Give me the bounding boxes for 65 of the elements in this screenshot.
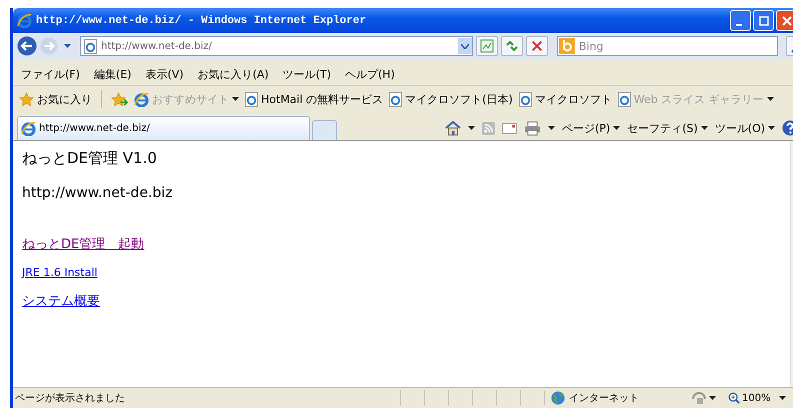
zoom-icon bbox=[728, 392, 740, 404]
protected-mode-icon[interactable] bbox=[691, 391, 707, 405]
page-heading: ねっとDE管理 V1.0 bbox=[22, 149, 158, 168]
page-link[interactable]: ねっとDE管理 起動 bbox=[22, 235, 144, 253]
page-icon bbox=[84, 38, 97, 54]
ie-icon bbox=[21, 121, 36, 136]
caret-icon bbox=[768, 126, 776, 130]
ie-icon bbox=[134, 92, 149, 106]
page-icon bbox=[518, 92, 532, 106]
menu-item[interactable]: お気に入り(A) bbox=[198, 66, 269, 82]
minimize-button[interactable] bbox=[730, 10, 751, 31]
menu-item[interactable]: 編集(E) bbox=[94, 66, 132, 82]
window-title: http://www.net-de.biz/ - Windows Internet Explorer bbox=[36, 14, 366, 26]
favorite-link[interactable]: HotMail の無料サービス bbox=[245, 92, 384, 106]
caret-icon bbox=[709, 396, 716, 400]
dropdown-icon[interactable] bbox=[64, 44, 71, 48]
ie-icon bbox=[17, 13, 32, 28]
minimize-icon bbox=[736, 24, 742, 26]
command-button[interactable]: ツール(O) bbox=[714, 120, 776, 136]
favorite-link[interactable]: マイクロソフト bbox=[518, 92, 612, 106]
dropdown-button[interactable] bbox=[458, 38, 472, 54]
bing-icon bbox=[559, 38, 575, 54]
page-icon bbox=[389, 92, 402, 106]
browser-tab[interactable]: http://www.net-de.biz/ bbox=[17, 116, 310, 140]
caret-icon bbox=[778, 396, 786, 400]
menu-item[interactable]: ツール(T) bbox=[282, 66, 331, 82]
caret-icon bbox=[468, 126, 475, 130]
search-field[interactable]: Bing bbox=[557, 36, 778, 56]
favorite-link[interactable]: マイクロソフト(日本) bbox=[389, 92, 513, 106]
refresh-button[interactable] bbox=[501, 36, 523, 56]
command-button[interactable]: セーフティ(S) bbox=[627, 120, 708, 136]
page-link[interactable]: JRE 1.6 Install bbox=[22, 266, 98, 279]
globe-icon bbox=[551, 391, 565, 405]
stop-button[interactable] bbox=[526, 36, 548, 56]
maximize-icon bbox=[758, 16, 768, 26]
security-zone: インターネット bbox=[544, 391, 691, 405]
star-icon bbox=[19, 92, 34, 106]
menu-item[interactable]: ファイル(F) bbox=[21, 66, 80, 82]
page-icon bbox=[618, 92, 631, 106]
menu-item[interactable]: 表示(V) bbox=[145, 66, 184, 82]
page-icon bbox=[245, 92, 258, 106]
mail-icon[interactable] bbox=[502, 122, 517, 134]
add-favorite-icon[interactable] bbox=[111, 92, 128, 106]
printer-icon[interactable] bbox=[524, 120, 541, 136]
caret-icon bbox=[613, 126, 620, 130]
page-link[interactable]: システム概要 bbox=[22, 292, 100, 310]
command-button[interactable]: ページ(P) bbox=[562, 120, 620, 136]
zoom-button[interactable]: 100% bbox=[728, 392, 771, 404]
caret-icon bbox=[700, 126, 708, 130]
stop-icon bbox=[531, 40, 543, 52]
status-text: ページが表示されました bbox=[14, 392, 126, 405]
back-button[interactable] bbox=[17, 36, 37, 56]
address-field[interactable]: http://www.net-de.biz/ bbox=[80, 36, 473, 56]
maximize-button[interactable] bbox=[753, 10, 774, 31]
favorites-button[interactable]: お気に入り bbox=[19, 92, 92, 106]
caret-icon bbox=[548, 126, 555, 130]
menu-item[interactable]: ヘルプ(H) bbox=[345, 66, 395, 82]
close-button[interactable] bbox=[776, 10, 793, 31]
site-url: http://www.net-de.biz bbox=[22, 185, 174, 201]
chevron-icon bbox=[461, 44, 469, 48]
compatibility-button[interactable] bbox=[476, 36, 498, 56]
page-chart-icon bbox=[480, 39, 494, 53]
home-icon[interactable] bbox=[445, 120, 461, 136]
close-icon bbox=[782, 16, 792, 26]
refresh-icon bbox=[505, 39, 519, 53]
